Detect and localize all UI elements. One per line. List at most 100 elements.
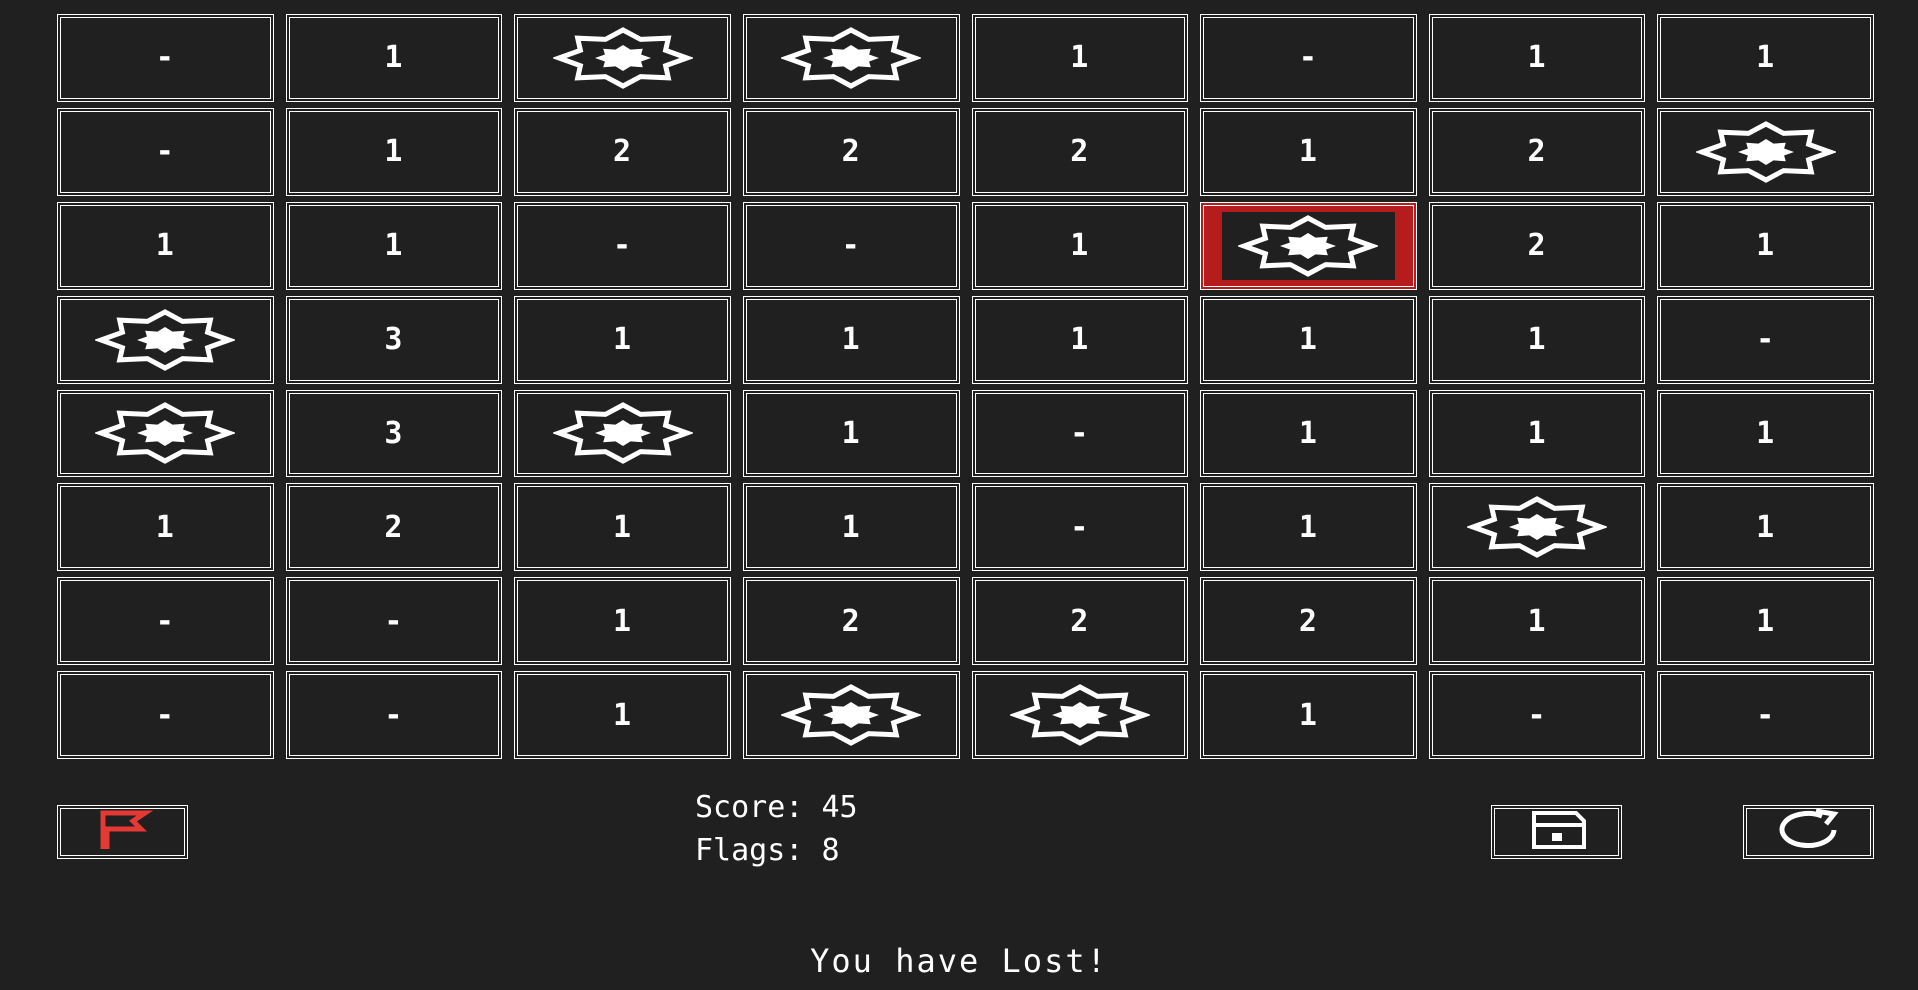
cell-value: 2 bbox=[841, 603, 861, 639]
cell-value: 1 bbox=[841, 322, 861, 358]
cell-value: 1 bbox=[841, 415, 861, 451]
cell-value: 1 bbox=[613, 509, 633, 545]
board-cell[interactable]: 2 bbox=[514, 107, 731, 196]
board-cell[interactable]: 1 bbox=[1428, 577, 1646, 666]
cell-value: 1 bbox=[1527, 415, 1547, 451]
board-cell[interactable]: - bbox=[57, 14, 274, 102]
board-cell[interactable]: 1 bbox=[1200, 389, 1417, 478]
board-cell[interactable]: - bbox=[742, 201, 960, 290]
board-cell[interactable]: 1 bbox=[1657, 483, 1874, 572]
cell-value: 1 bbox=[1298, 322, 1318, 358]
board-cell[interactable]: 2 bbox=[1200, 577, 1417, 666]
cell-value: - bbox=[155, 134, 175, 170]
board-cell[interactable]: 1 bbox=[1428, 389, 1646, 478]
mine-cell[interactable] bbox=[57, 389, 274, 478]
flag-icon bbox=[83, 809, 163, 855]
board-cell[interactable]: 1 bbox=[971, 295, 1189, 384]
save-button[interactable] bbox=[1491, 805, 1622, 859]
mine-cell[interactable] bbox=[742, 14, 960, 102]
board-cell[interactable]: - bbox=[971, 483, 1189, 572]
cell-value: 1 bbox=[155, 228, 175, 264]
cell-value: 1 bbox=[1298, 134, 1318, 170]
cell-value: 2 bbox=[1527, 228, 1547, 264]
board-cell[interactable]: 2 bbox=[1428, 201, 1646, 290]
cell-value: 1 bbox=[384, 134, 404, 170]
board-cell[interactable]: 1 bbox=[514, 671, 731, 759]
board-cell[interactable]: - bbox=[1200, 14, 1417, 102]
board-cell[interactable]: 1 bbox=[1657, 14, 1874, 102]
mine-icon bbox=[1695, 120, 1836, 183]
cell-value: - bbox=[1756, 697, 1776, 733]
mine-icon bbox=[781, 684, 922, 746]
board-cell[interactable]: 1 bbox=[285, 14, 503, 102]
exploded-mine-cell[interactable] bbox=[1200, 201, 1417, 290]
board-cell[interactable]: 1 bbox=[1657, 577, 1874, 666]
board-cell[interactable]: 1 bbox=[514, 483, 731, 572]
board-cell[interactable]: 2 bbox=[971, 107, 1189, 196]
board-cell[interactable]: 1 bbox=[742, 295, 960, 384]
flags-value: 8 bbox=[821, 833, 840, 868]
board-cell[interactable]: 1 bbox=[514, 295, 731, 384]
cell-value: 1 bbox=[613, 322, 633, 358]
board-cell[interactable]: 1 bbox=[1428, 295, 1646, 384]
board-cell[interactable]: 2 bbox=[742, 107, 960, 196]
board-cell[interactable]: - bbox=[1428, 671, 1646, 759]
board-cell[interactable]: - bbox=[971, 389, 1189, 478]
mine-cell[interactable] bbox=[514, 389, 731, 478]
board-cell[interactable]: 1 bbox=[742, 483, 960, 572]
reset-button[interactable] bbox=[1743, 805, 1874, 859]
mine-cell[interactable] bbox=[514, 14, 731, 102]
board-cell[interactable]: 1 bbox=[971, 14, 1189, 102]
board-cell[interactable]: 1 bbox=[1657, 389, 1874, 478]
board-cell[interactable]: 1 bbox=[514, 577, 731, 666]
board-cell[interactable]: 2 bbox=[971, 577, 1189, 666]
cell-value: 1 bbox=[1756, 509, 1776, 545]
board-cell[interactable]: 1 bbox=[1200, 107, 1417, 196]
cell-value: 3 bbox=[384, 322, 404, 358]
board-cell[interactable]: - bbox=[57, 671, 274, 759]
minesweeper-board: - 1 1 - 1 1 - 1 2 2 2 1 2 1 1 - - 1 2 1 3 1 1 1 1 1 - 3 1 - 1 1 1 1 2 1 1 - 1 1… bbox=[57, 14, 1874, 759]
board-cell[interactable]: 1 bbox=[57, 201, 274, 290]
board-cell[interactable]: 1 bbox=[57, 483, 274, 572]
board-cell[interactable]: 1 bbox=[285, 107, 503, 196]
mine-cell[interactable] bbox=[1428, 483, 1646, 572]
cell-value: 1 bbox=[1070, 322, 1090, 358]
board-cell[interactable]: 2 bbox=[742, 577, 960, 666]
cell-value: 1 bbox=[1298, 697, 1318, 733]
board-cell[interactable]: 3 bbox=[285, 295, 503, 384]
board-cell[interactable]: 1 bbox=[1200, 671, 1417, 759]
cell-value: 2 bbox=[613, 134, 633, 170]
board-cell[interactable]: 1 bbox=[971, 201, 1189, 290]
cell-value: - bbox=[1070, 415, 1090, 451]
mine-cell[interactable] bbox=[742, 671, 960, 759]
flag-mode-button[interactable] bbox=[57, 805, 188, 859]
board-cell[interactable]: - bbox=[57, 577, 274, 666]
cell-value: 2 bbox=[1070, 603, 1090, 639]
board-cell[interactable]: - bbox=[285, 577, 503, 666]
board-cell[interactable]: 1 bbox=[285, 201, 503, 290]
board-cell[interactable]: - bbox=[285, 671, 503, 759]
cell-value: 1 bbox=[1756, 603, 1776, 639]
board-cell[interactable]: 1 bbox=[1657, 201, 1874, 290]
board-cell[interactable]: 1 bbox=[1200, 483, 1417, 572]
board-cell[interactable]: - bbox=[57, 107, 274, 196]
board-cell[interactable]: 1 bbox=[742, 389, 960, 478]
board-cell[interactable]: - bbox=[1657, 671, 1874, 759]
board-cell[interactable]: 1 bbox=[1200, 295, 1417, 384]
game-status-message: You have Lost! bbox=[810, 942, 1108, 980]
mine-cell[interactable] bbox=[1657, 107, 1874, 196]
cell-value: 2 bbox=[1298, 603, 1318, 639]
cell-value: - bbox=[155, 40, 175, 76]
board-cell[interactable]: - bbox=[1657, 295, 1874, 384]
cell-value: 2 bbox=[841, 134, 861, 170]
cell-value: 2 bbox=[1527, 134, 1547, 170]
mine-cell[interactable] bbox=[971, 671, 1189, 759]
board-cell[interactable]: 2 bbox=[285, 483, 503, 572]
cell-value: 1 bbox=[1527, 40, 1547, 76]
mine-cell[interactable] bbox=[57, 295, 274, 384]
board-cell[interactable]: 3 bbox=[285, 389, 503, 478]
board-cell[interactable]: 1 bbox=[1428, 14, 1646, 102]
board-cell[interactable]: - bbox=[514, 201, 731, 290]
cell-value: 1 bbox=[613, 697, 633, 733]
board-cell[interactable]: 2 bbox=[1428, 107, 1646, 196]
